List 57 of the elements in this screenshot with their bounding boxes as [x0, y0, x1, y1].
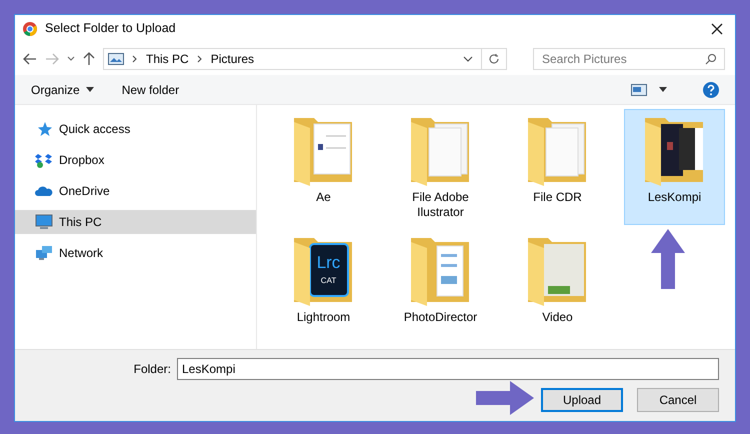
right-arrow-annotation [476, 381, 534, 415]
dropdown-chevron-icon[interactable] [463, 56, 473, 62]
help-icon[interactable] [703, 82, 719, 98]
up-arrow-annotation [651, 229, 685, 289]
sidebar-item[interactable]: Quick access [15, 117, 256, 141]
badge-subtitle: CAT [320, 274, 336, 286]
sidebar-item[interactable]: Dropbox [15, 148, 256, 172]
sidebar-label: Quick access [59, 121, 130, 138]
folder-name: PhotoDirector [402, 310, 478, 325]
breadcrumb-chevron-icon [196, 54, 203, 62]
folder-item[interactable]: File Adobe Ilustrator [390, 109, 491, 225]
folder-name: Lightroom [296, 310, 352, 325]
sidebar-item[interactable]: OneDrive [15, 179, 256, 203]
dialog-button[interactable]: Cancel [637, 388, 719, 412]
folder-item[interactable]: PhotoDirector [390, 229, 491, 330]
sidebar-item[interactable]: Network [15, 241, 256, 265]
dialog-button[interactable]: Upload [541, 388, 623, 412]
folder-name: LesKompi [646, 190, 702, 205]
organize-menu[interactable]: Organize [31, 80, 94, 98]
caret-icon [86, 87, 94, 92]
folder-input[interactable]: LesKompi [177, 358, 719, 380]
folder-item[interactable]: LesKompi [624, 109, 725, 225]
folder-name: File CDR [532, 190, 583, 205]
dropbox-icon [35, 152, 53, 168]
breadcrumb-chevron-icon [132, 54, 138, 62]
refresh-icon[interactable] [488, 52, 500, 64]
pictures-icon [108, 52, 124, 64]
close-icon[interactable] [711, 22, 723, 34]
up-arrow-icon[interactable] [83, 52, 95, 66]
sidebar-label: Network [59, 245, 104, 262]
folder-name: Video [541, 310, 574, 325]
folder-item[interactable]: File CDR [507, 109, 608, 225]
back-arrow-icon[interactable] [23, 52, 37, 64]
breadcrumb-item[interactable]: This PC [146, 50, 189, 68]
folder-label: Folder: [134, 361, 171, 378]
folder-item[interactable]: Ae [273, 109, 374, 225]
sidebar-label: OneDrive [59, 183, 110, 200]
chevron-down-icon[interactable] [67, 56, 75, 62]
folder-item[interactable]: Lrc CAT Lightroom [273, 229, 374, 330]
view-options-icon[interactable] [631, 84, 647, 96]
sidebar-label: This PC [59, 214, 102, 231]
folder-name: File Adobe Ilustrator [411, 190, 470, 220]
search-field[interactable]: Search Pictures [533, 48, 725, 70]
badge-title: Lrc [316, 254, 340, 270]
new-folder-button[interactable]: New folder [122, 80, 180, 98]
folder-item[interactable]: Video [507, 229, 608, 330]
network-icon [35, 245, 53, 261]
folder-name: Ae [315, 190, 332, 205]
address-bar[interactable]: This PC Pictures [103, 48, 507, 70]
caret-icon[interactable] [659, 87, 667, 92]
browser-logo-icon [23, 22, 37, 36]
search-icon [705, 52, 717, 64]
sidebar-label: Dropbox [59, 152, 104, 169]
monitor-icon [35, 214, 53, 230]
window-title: Select Folder to Upload [45, 20, 176, 38]
breadcrumb-item[interactable]: Pictures [210, 50, 254, 68]
sidebar-item[interactable]: This PC [15, 210, 256, 234]
